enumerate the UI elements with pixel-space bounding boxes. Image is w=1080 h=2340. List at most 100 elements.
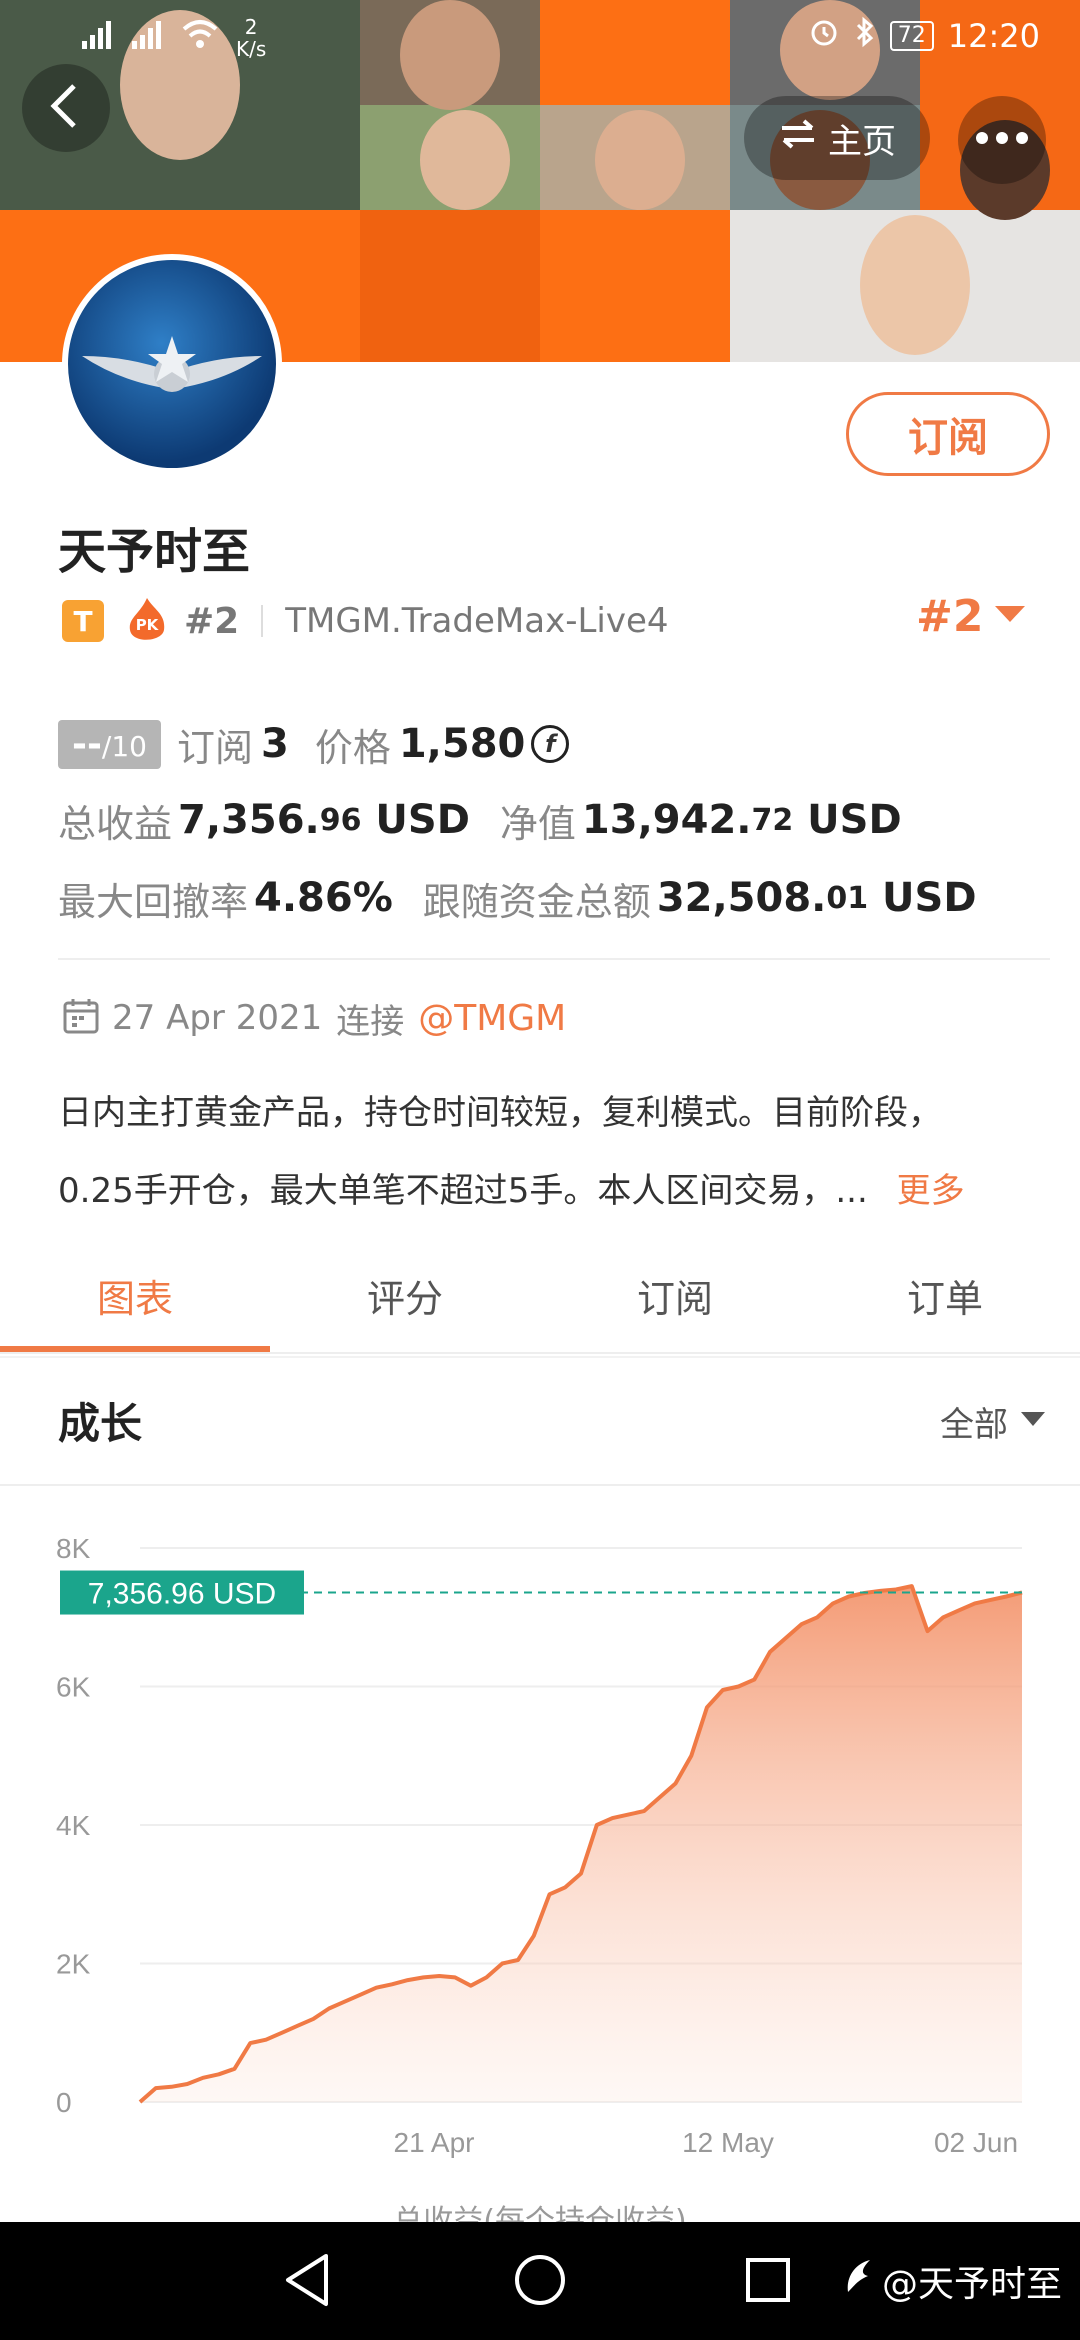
y-tick-label: 0 — [56, 2087, 72, 2118]
section-gap — [0, 1356, 1080, 1358]
total-profit-unit: USD — [361, 797, 470, 843]
chart-divider — [0, 1484, 1080, 1486]
rank-dropdown[interactable]: #2 — [916, 588, 1027, 644]
price-value: 1,580 — [398, 721, 526, 767]
calendar-icon — [62, 997, 100, 1039]
follow-funds-dec: 01 — [826, 880, 869, 916]
more-dots-icon — [972, 130, 1032, 150]
signal-icon-1 — [80, 17, 114, 59]
more-options-button[interactable] — [958, 96, 1046, 184]
triangle-back-icon — [286, 2254, 328, 2306]
rank-right: #2 — [916, 590, 984, 642]
equity-dec: 72 — [751, 802, 794, 838]
nav-back-button[interactable] — [282, 2252, 332, 2312]
drawdown-row: 最大回撤率 4.86% 跟随资金总额 32,508. 01 USD — [58, 868, 977, 928]
subscriptions-label: 订阅 — [176, 725, 253, 770]
x-tick-label: 21 Apr — [394, 2127, 475, 2158]
bluetooth-icon — [854, 16, 876, 56]
trader-badge-t: T — [62, 600, 104, 642]
tab-orders[interactable]: 订单 — [810, 1268, 1080, 1323]
server-name: TMGM.TradeMax-Live4 — [285, 601, 669, 641]
clock-time: 12:20 — [947, 17, 1040, 55]
current-value-label: 7,356.96 USD — [88, 1578, 276, 1611]
score-value: -- — [72, 723, 102, 765]
equity-int: 13,942. — [581, 797, 752, 843]
screen: 2 K/s 72 12:20 主页 订阅 天予时至 T PK #2 TMGM.T… — [0, 0, 1080, 2340]
status-bar: 2 K/s 72 12:20 — [0, 0, 1080, 76]
y-tick-label: 2K — [56, 1949, 91, 1980]
nav-home-button[interactable] — [512, 2252, 568, 2312]
total-profit-label: 总收益 — [58, 801, 173, 846]
score-row: -- /10 订阅 3 价格 1,580 f — [58, 714, 570, 774]
caret-down-icon — [993, 603, 1027, 629]
description-line-1: 日内主打黄金产品，持仓时间较短，复利模式。目前阶段， — [58, 1093, 942, 1133]
filter-caret-icon — [1020, 1410, 1046, 1432]
divider — [58, 958, 1050, 960]
more-link[interactable]: 更多 — [897, 1171, 965, 1211]
subscriptions-count: 3 — [260, 721, 289, 767]
net-speed: 2 K/s — [236, 16, 266, 60]
connect-date: 27 Apr 2021 — [112, 998, 323, 1038]
description-line-2: 0.25手开仓，最大单笔不超过5手。本人区间交易，... — [58, 1171, 868, 1211]
subscribe-button[interactable]: 订阅 — [846, 392, 1050, 476]
home-label: 主页 — [828, 121, 896, 162]
watermark-logo — [842, 2254, 878, 2307]
equity-unit: USD — [793, 797, 902, 843]
range-filter-dropdown[interactable]: 全部 — [940, 1396, 1046, 1446]
drawdown-value: 4.86% — [254, 875, 393, 921]
follow-funds-label: 跟随资金总额 — [422, 879, 651, 924]
connect-label: 连接 — [336, 1001, 405, 1042]
signal-icon-2 — [130, 17, 164, 59]
y-tick-label: 6K — [56, 1672, 91, 1703]
net-speed-value: 2 — [244, 15, 258, 39]
description-line-2-row: 0.25手开仓，最大单笔不超过5手。本人区间交易，... 更多 — [58, 1152, 1048, 1230]
profit-row: 总收益 7,356. 96 USD 净值 13,942. 72 USD — [58, 790, 902, 850]
circle-home-icon — [515, 2255, 565, 2305]
tab-chart[interactable]: 图表 — [0, 1268, 270, 1323]
tab-subscriptions[interactable]: 订阅 — [540, 1268, 810, 1323]
watermark: @天予时至 — [842, 2254, 1062, 2307]
back-button[interactable] — [22, 64, 110, 152]
home-button[interactable]: 主页 — [744, 96, 930, 180]
rank-label: #2 — [184, 600, 240, 642]
wifi-icon — [180, 17, 220, 59]
x-tick-label: 02 Jun — [934, 2127, 1018, 2158]
growth-title: 成长 — [58, 1399, 143, 1448]
range-filter-label: 全部 — [940, 1404, 1008, 1445]
growth-chart: 0 2K 4K 6K 8K 21 Apr 12 May 02 Jun 7,356.96 USD — [56, 1533, 1023, 2158]
total-profit-dec: 96 — [319, 802, 362, 838]
separator — [261, 605, 264, 637]
alarm-icon — [808, 16, 840, 56]
net-speed-unit: K/s — [236, 37, 267, 61]
pk-fire-icon: PK — [124, 596, 170, 646]
score-badge: -- /10 — [58, 719, 161, 769]
equity-label: 净值 — [499, 801, 576, 846]
y-tick-label: 4K — [56, 1810, 91, 1841]
y-tick-label: 8K — [56, 1533, 91, 1564]
watermark-text: @天予时至 — [882, 2263, 1063, 2305]
connect-row: 27 Apr 2021 连接 @TMGM — [62, 990, 566, 1046]
drawdown-label: 最大回撤率 — [58, 879, 249, 924]
strategy-description: 日内主打黄金产品，持仓时间较短，复利模式。目前阶段， 0.25手开仓，最大单笔不… — [58, 1074, 1048, 1230]
pk-label: PK — [135, 616, 159, 634]
wings-badge-icon — [82, 336, 262, 392]
coin-icon: f — [531, 725, 570, 763]
badges-row: T PK #2 TMGM.TradeMax-Live4 — [62, 596, 669, 646]
tab-bar: 图表 评分 订阅 订单 — [0, 1238, 1080, 1354]
active-tab-indicator — [0, 1346, 270, 1352]
follow-funds-unit: USD — [868, 875, 977, 921]
avatar[interactable] — [62, 254, 282, 474]
chevron-left-icon — [46, 82, 86, 134]
price-label: 价格 — [314, 725, 391, 770]
system-nav-bar: @天予时至 — [0, 2222, 1080, 2340]
trader-name: 天予时至 — [58, 524, 251, 580]
score-max: /10 — [101, 729, 147, 763]
x-tick-label: 12 May — [682, 2127, 774, 2158]
battery-icon: 72 — [889, 21, 934, 51]
broker-link[interactable]: @TMGM — [418, 998, 566, 1039]
total-profit-int: 7,356. — [178, 797, 320, 843]
nav-recents-button[interactable] — [744, 2256, 792, 2308]
growth-area — [140, 1586, 1022, 2102]
switch-icon — [778, 118, 818, 159]
tab-rating[interactable]: 评分 — [270, 1268, 540, 1323]
